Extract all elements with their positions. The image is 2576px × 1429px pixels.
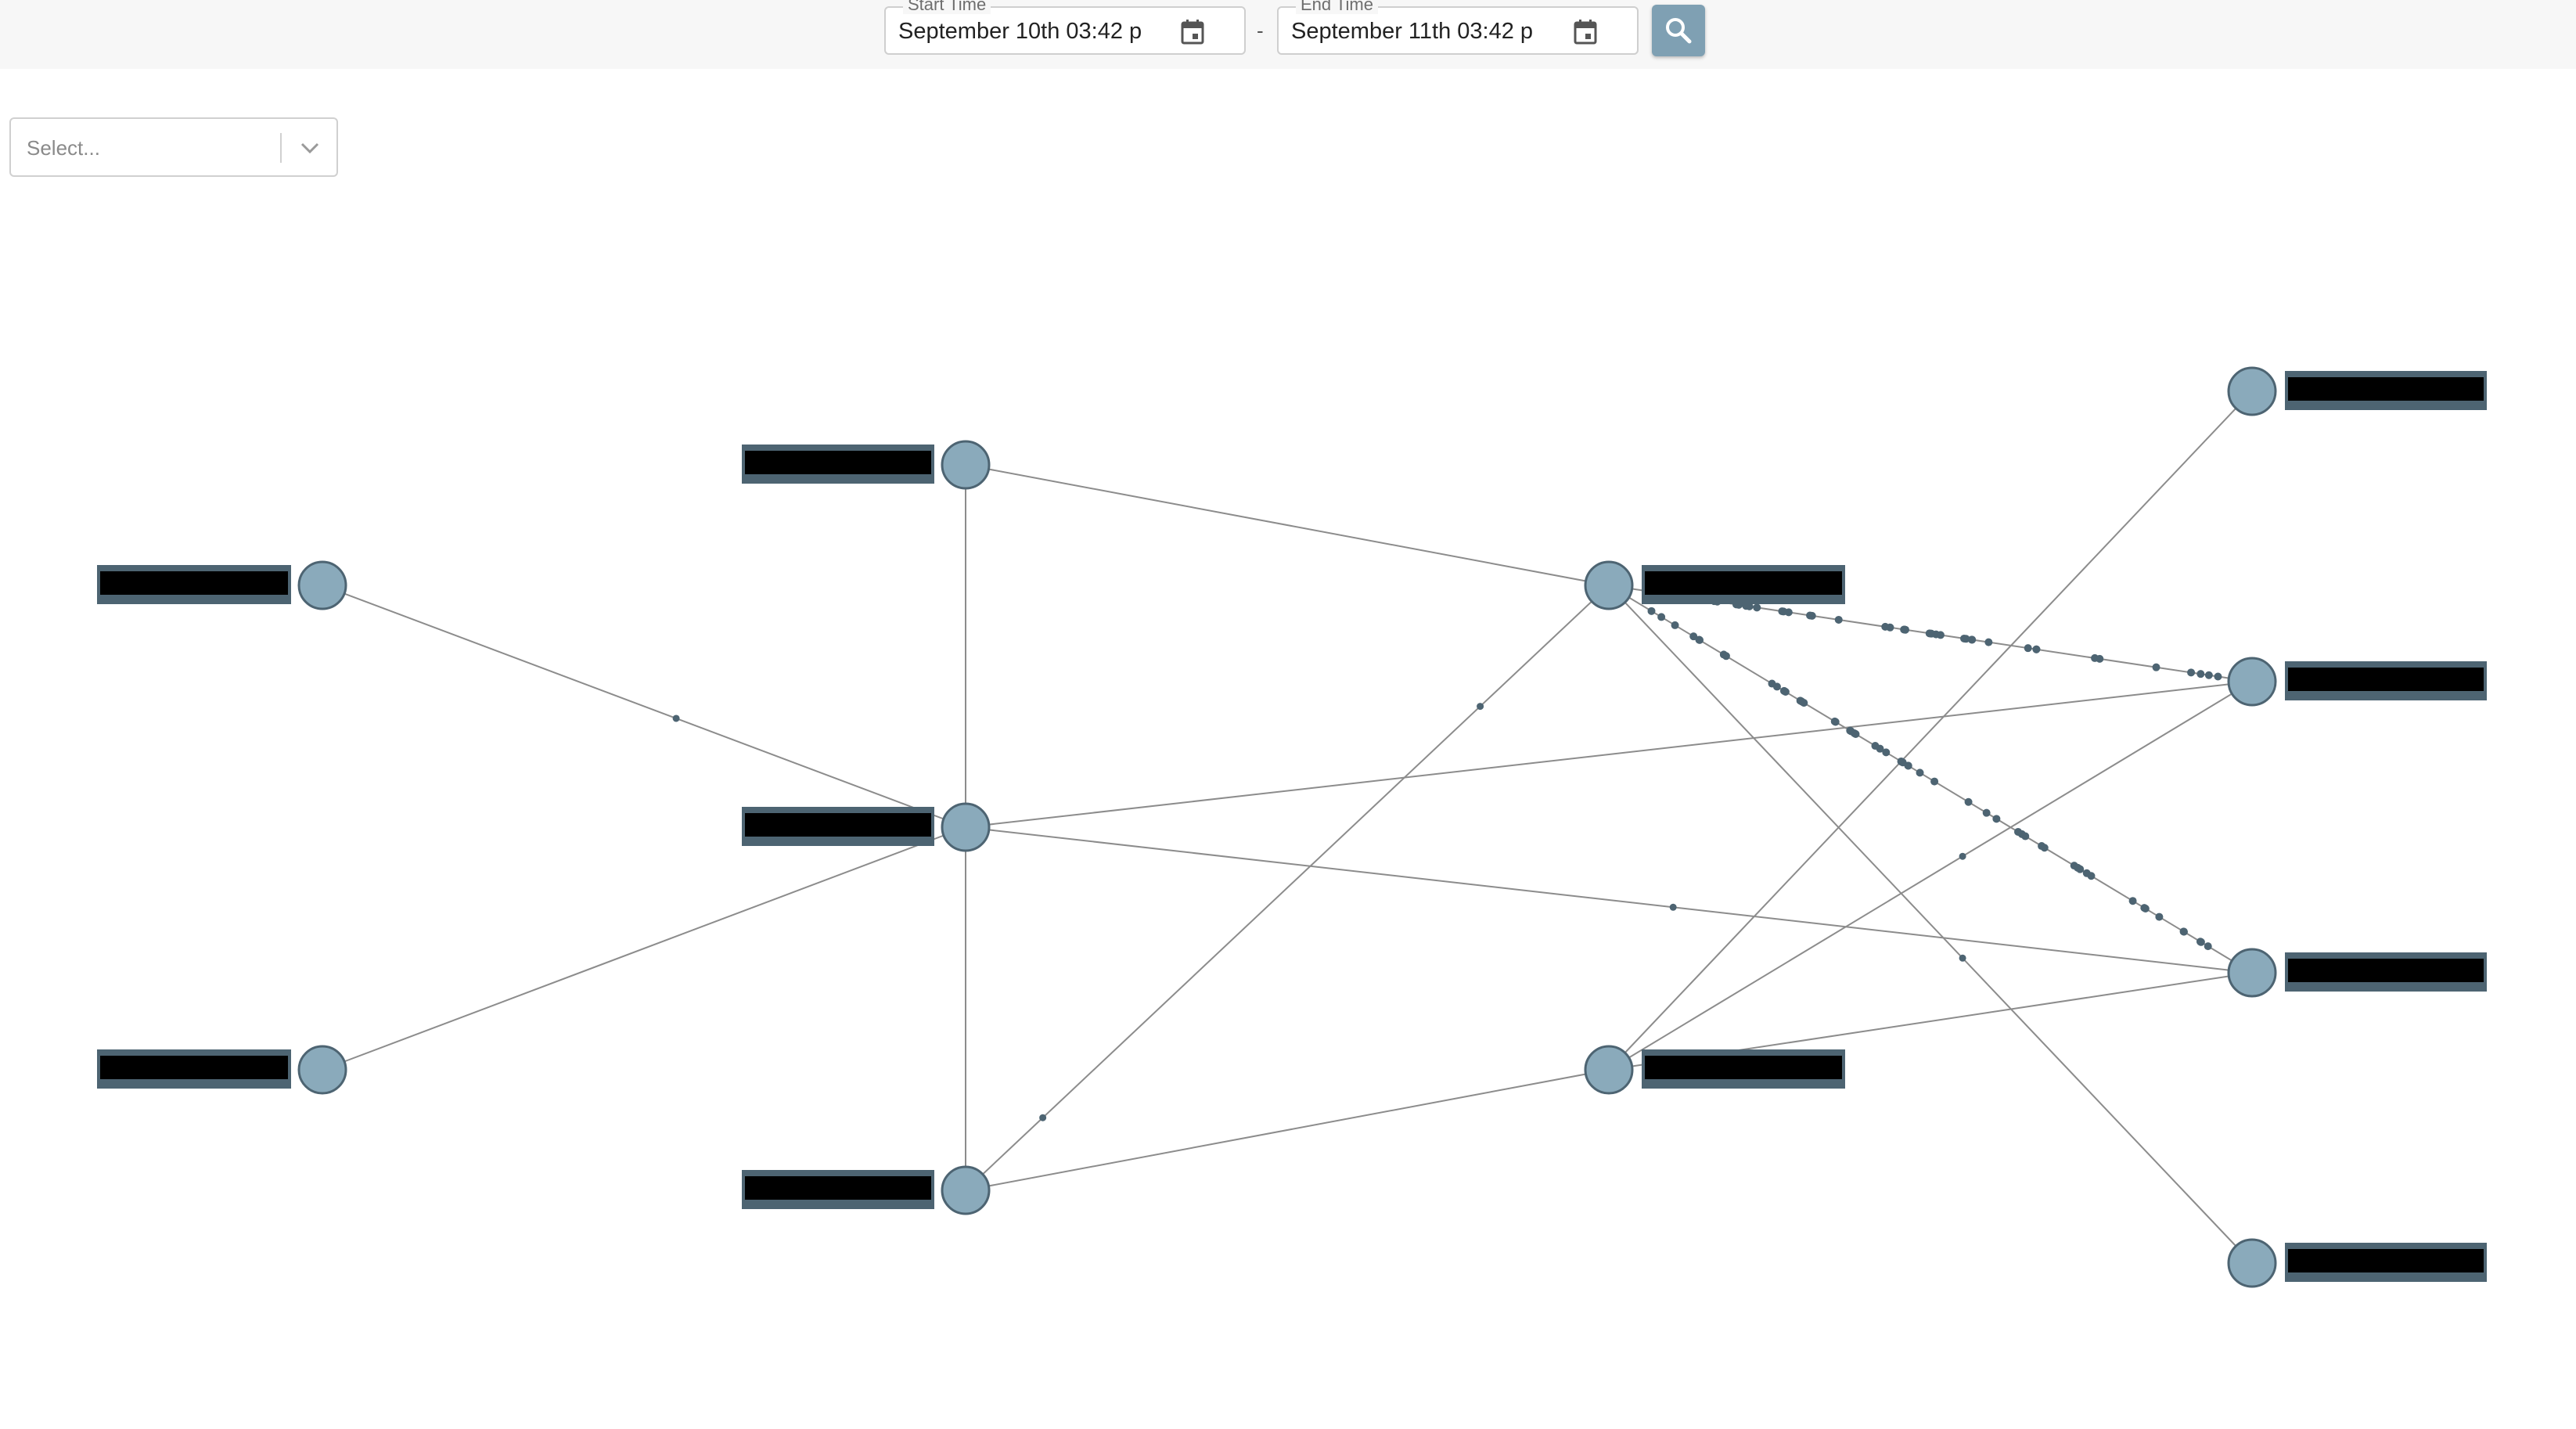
traffic-dot — [2196, 670, 2205, 679]
graph-node-n3[interactable] — [941, 440, 991, 490]
traffic-dot — [1886, 623, 1894, 632]
traffic-dot — [2187, 668, 2196, 677]
redacted-node-label — [745, 1176, 931, 1200]
edge-n6-n11 — [1608, 585, 2253, 1264]
network-graph — [97, 366, 2487, 1288]
traffic-dot-layer — [672, 591, 2222, 1121]
traffic-dot — [2091, 653, 2099, 662]
traffic-dot — [1806, 611, 1815, 620]
traffic-dot — [2152, 663, 2160, 671]
traffic-dot — [2141, 905, 2150, 913]
traffic-dot — [1753, 603, 1761, 612]
traffic-dot — [1797, 697, 1806, 706]
traffic-dot — [2070, 862, 2078, 870]
traffic-dot — [1959, 852, 1966, 860]
traffic-dot — [2128, 897, 2137, 905]
traffic-dot — [1901, 625, 1910, 634]
graph-node-n10[interactable] — [2227, 948, 2277, 998]
graph-node-n8[interactable] — [2227, 366, 2277, 416]
traffic-dot — [2214, 672, 2222, 681]
redacted-node-label — [2288, 1249, 2484, 1272]
traffic-dot — [1982, 808, 1991, 817]
redacted-node-label — [1645, 1056, 1842, 1079]
node-layer — [97, 366, 2487, 1288]
edge-n1-n4 — [322, 585, 966, 828]
traffic-dot — [1959, 954, 1966, 962]
traffic-dot — [672, 714, 680, 722]
traffic-dot — [1834, 615, 1843, 624]
edge-n2-n4 — [322, 826, 966, 1071]
edge-n4-n9 — [965, 681, 2253, 828]
graph-node-n11[interactable] — [2227, 1238, 2277, 1288]
redacted-node-label — [100, 1056, 288, 1079]
traffic-dot — [1657, 613, 1666, 621]
graph-node-n7[interactable] — [1584, 1045, 1634, 1095]
traffic-dot — [1830, 717, 1839, 725]
traffic-dot — [1930, 777, 1939, 786]
edge-n7-n9 — [1608, 681, 2253, 1071]
redacted-node-label — [2288, 959, 2484, 982]
graph-node-n9[interactable] — [2227, 657, 2277, 707]
redacted-node-label — [2288, 377, 2484, 401]
redacted-node-label — [1645, 571, 1842, 595]
traffic-dot — [1039, 1114, 1047, 1121]
traffic-dot — [1669, 903, 1677, 911]
redacted-node-label — [745, 451, 931, 474]
redacted-node-label — [100, 571, 288, 595]
traffic-dot — [2032, 645, 2041, 653]
traffic-dot — [1916, 768, 1924, 777]
graph-node-n6[interactable] — [1584, 560, 1634, 610]
edge-n4-n10 — [965, 826, 2253, 974]
traffic-dot — [1992, 815, 2001, 823]
traffic-dot — [1964, 797, 1973, 806]
edge-layer — [322, 391, 2253, 1264]
traffic-dot — [2180, 927, 2189, 936]
traffic-dot — [2014, 827, 2023, 836]
traffic-dot — [1778, 607, 1786, 616]
traffic-dot — [1932, 630, 1941, 639]
traffic-dot — [1984, 638, 1993, 646]
traffic-dot — [2204, 942, 2212, 951]
graph-node-n5[interactable] — [941, 1165, 991, 1215]
graph-node-n4[interactable] — [941, 802, 991, 852]
traffic-dot — [2024, 644, 2032, 653]
traffic-dot — [1882, 748, 1891, 757]
edge-n5-n6 — [965, 585, 1610, 1191]
edge-n3-n6 — [965, 464, 1610, 586]
traffic-dot — [1477, 703, 1484, 711]
traffic-dot — [1898, 758, 1907, 767]
traffic-dot — [2155, 912, 2164, 921]
traffic-dot — [1851, 729, 1860, 738]
edge-n6-n10 — [1608, 585, 2253, 974]
traffic-dot — [1768, 679, 1776, 688]
redacted-node-label — [2288, 668, 2484, 691]
traffic-dot — [1925, 629, 1934, 638]
traffic-dot — [2087, 872, 2096, 880]
traffic-dot — [1780, 687, 1789, 696]
traffic-dot — [1695, 635, 1704, 644]
traffic-dot — [1960, 634, 1969, 643]
redacted-node-label — [745, 813, 931, 837]
graph-node-n1[interactable] — [297, 560, 347, 610]
traffic-dot — [2204, 671, 2213, 679]
traffic-dot — [1719, 650, 1728, 659]
edge-n7-n8 — [1608, 391, 2253, 1071]
traffic-dot — [1671, 621, 1679, 629]
traffic-dot — [2196, 938, 2205, 946]
traffic-dot — [1871, 742, 1880, 750]
graph-node-n2[interactable] — [297, 1045, 347, 1095]
traffic-dot — [1647, 607, 1656, 615]
traffic-dot — [2040, 844, 2049, 852]
edge-n5-n7 — [965, 1069, 1610, 1191]
